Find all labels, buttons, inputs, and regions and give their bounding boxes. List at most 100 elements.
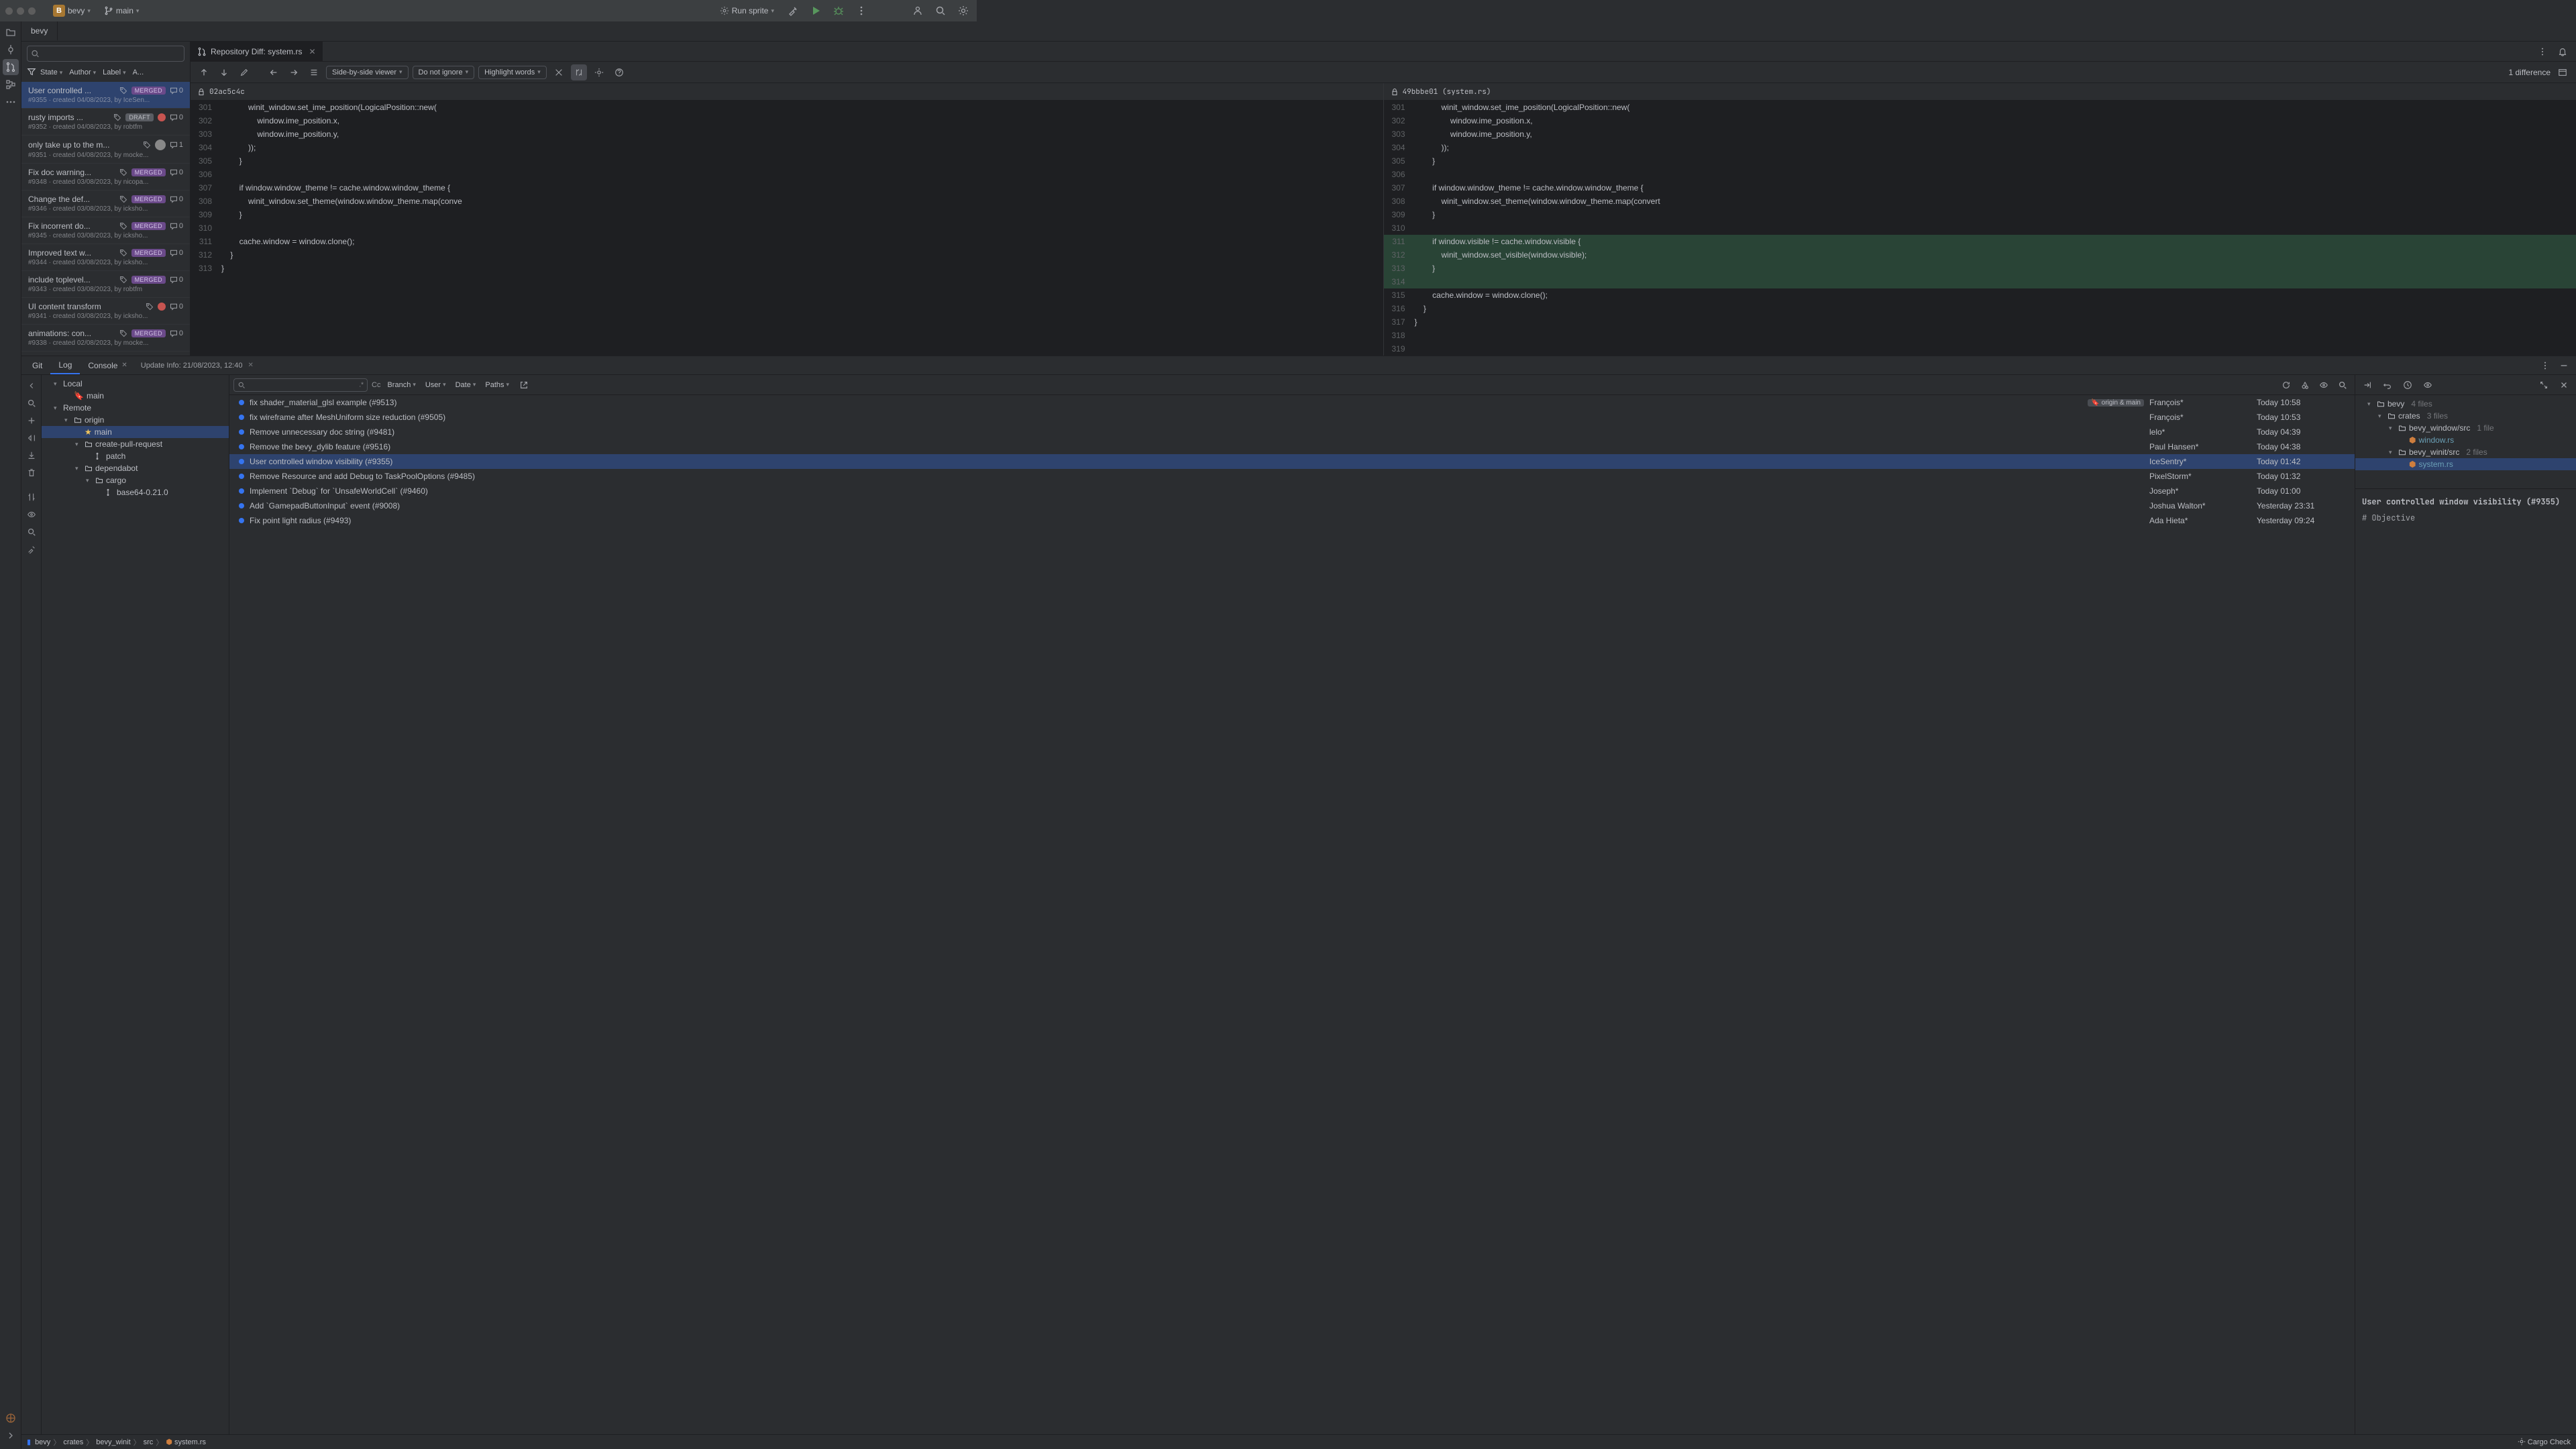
tree-file-window[interactable]: ⬢window.rs — [2355, 434, 2576, 446]
case-toggle[interactable]: Cc — [372, 381, 380, 389]
whitespace-select[interactable]: Do not ignore▾ — [413, 66, 475, 79]
pr-item[interactable]: Improved text w...MERGED0#9344 · created… — [21, 244, 190, 271]
pr-search-input[interactable] — [27, 46, 184, 62]
close-icon[interactable]: ✕ — [121, 362, 127, 369]
file-list-button[interactable] — [306, 64, 322, 80]
search-everywhere-button[interactable] — [932, 3, 949, 19]
pr-item[interactable]: Change the def...MERGED0#9346 · created … — [21, 191, 190, 217]
tree-file-system[interactable]: ⬢system.rs — [2355, 458, 2576, 470]
pr-item[interactable]: rusty imports ...DRAFT0#9352 · created 0… — [21, 109, 190, 136]
tree-bevy-window[interactable]: ▾bevy_window/src1 file — [2355, 422, 2576, 434]
branch-selector[interactable]: main ▾ — [100, 5, 144, 17]
commit-row[interactable]: Remove Resource and add Debug to TaskPoo… — [229, 469, 2355, 484]
base64-branch[interactable]: base64-0.21.0 — [42, 486, 229, 498]
commit-row[interactable]: Remove the bevy_dylib feature (#9516)Pau… — [229, 439, 2355, 454]
close-detail-button[interactable] — [2556, 377, 2572, 393]
remote-group[interactable]: ▾Remote — [42, 402, 229, 414]
pr-item[interactable]: only take up to the m...1#9351 · created… — [21, 136, 190, 164]
project-tool-button[interactable] — [3, 24, 19, 40]
log-tab[interactable]: Log — [50, 356, 80, 374]
sync-scroll-button[interactable] — [571, 64, 587, 80]
commit-row[interactable]: Remove unnecessary doc string (#9481)lel… — [229, 425, 2355, 439]
minimize-window[interactable] — [17, 7, 24, 15]
origin-group[interactable]: ▾origin — [42, 414, 229, 426]
commits-list[interactable]: fix shader_material_glsl example (#9513)… — [229, 395, 2355, 1434]
next-file-button[interactable] — [286, 64, 302, 80]
breadcrumb[interactable]: bevy〉crates〉bevy_winit〉src〉⬢ system.rs — [35, 1437, 206, 1448]
branch-tree[interactable]: ▾Local 🔖main ▾Remote ▾origin ★main ▾crea… — [42, 375, 229, 1434]
local-group[interactable]: ▾Local — [42, 378, 229, 390]
date-filter[interactable]: Date▾ — [453, 380, 479, 390]
close-icon[interactable]: ✕ — [248, 362, 253, 369]
expand-button[interactable] — [2555, 64, 2571, 80]
checkout-button[interactable] — [23, 430, 40, 446]
show-diff-button[interactable] — [23, 506, 40, 523]
project-selector[interactable]: B bevy ▾ — [49, 3, 95, 18]
more-tool-button[interactable] — [3, 94, 19, 110]
breadcrumb-segment[interactable]: crates — [63, 1438, 83, 1446]
debug-button[interactable] — [830, 3, 847, 19]
vcs-more-button[interactable] — [23, 541, 40, 557]
label-filter[interactable]: Label▾ — [100, 67, 128, 78]
expand-rail-button[interactable] — [3, 1428, 19, 1444]
git-tab[interactable]: Git — [24, 356, 50, 374]
vcs-options-button[interactable] — [2537, 358, 2553, 374]
highlight-select[interactable]: Highlight words▾ — [478, 66, 547, 79]
structure-tool-button[interactable] — [3, 76, 19, 93]
pr-item[interactable]: include toplevel...MERGED0#9343 · create… — [21, 271, 190, 298]
diff-settings-button[interactable] — [591, 64, 607, 80]
commit-tool-button[interactable] — [3, 42, 19, 58]
changed-files-tree[interactable]: ▾bevy4 files ▾crates3 files ▾bevy_window… — [2355, 395, 2576, 489]
pr-item[interactable]: UI content transform0#9341 · created 03/… — [21, 298, 190, 325]
next-diff-button[interactable] — [216, 64, 232, 80]
collapse-button[interactable] — [551, 64, 567, 80]
vcs-search-button[interactable] — [23, 395, 40, 411]
filter-icon[interactable] — [27, 67, 36, 78]
editor-tab[interactable]: Repository Diff: system.rs ✕ — [191, 42, 323, 61]
go-to-button[interactable] — [2359, 377, 2375, 393]
close-tab-icon[interactable]: ✕ — [309, 47, 315, 56]
close-window[interactable] — [5, 7, 13, 15]
cpr-group[interactable]: ▾create-pull-request — [42, 438, 229, 450]
pr-item[interactable]: User controlled ...MERGED0#9355 · create… — [21, 82, 190, 109]
prev-file-button[interactable] — [266, 64, 282, 80]
new-branch-button[interactable] — [23, 413, 40, 429]
project-indicator[interactable]: ▮ — [27, 1438, 31, 1446]
commit-row[interactable]: Fix point light radius (#9493)Ada Hieta*… — [229, 513, 2355, 528]
fetch-button[interactable] — [23, 447, 40, 464]
patch-branch[interactable]: patch — [42, 450, 229, 462]
revert-button[interactable] — [2379, 377, 2396, 393]
breadcrumb-segment[interactable]: bevy_winit — [96, 1438, 130, 1446]
pr-item[interactable]: Fix incorrent do...MERGED0#9345 · create… — [21, 217, 190, 244]
tree-root[interactable]: ▾bevy4 files — [2355, 398, 2576, 410]
run-button[interactable] — [808, 3, 824, 19]
tree-crates[interactable]: ▾crates3 files — [2355, 410, 2576, 422]
pr-item[interactable]: Fix doc warning...MERGED0#9348 · created… — [21, 164, 190, 191]
hide-button[interactable] — [2556, 358, 2572, 374]
dependabot-group[interactable]: ▾dependabot — [42, 462, 229, 474]
breadcrumb-segment[interactable]: ⬢ system.rs — [166, 1438, 206, 1446]
find-in-branches[interactable] — [23, 524, 40, 540]
settings-button[interactable] — [955, 3, 971, 19]
history-button[interactable] — [2400, 377, 2416, 393]
regex-toggle[interactable]: .* — [359, 381, 364, 388]
commit-row[interactable]: Add `GamepadButtonInput` event (#9008)Jo… — [229, 498, 2355, 513]
breadcrumb-segment[interactable]: bevy — [35, 1438, 50, 1446]
refresh-button[interactable] — [2278, 377, 2294, 393]
commit-row[interactable]: fix shader_material_glsl example (#9513)… — [229, 395, 2355, 410]
state-filter[interactable]: State▾ — [38, 67, 65, 78]
expand-detail-button[interactable] — [2536, 377, 2552, 393]
paths-filter[interactable]: Paths▾ — [482, 380, 512, 390]
more-actions-button[interactable] — [853, 3, 869, 19]
author-filter[interactable]: Author▾ — [66, 67, 99, 78]
cargo-tool-button[interactable] — [3, 1410, 19, 1426]
commit-row[interactable]: Implement `Debug` for `UnsafeWorldCell` … — [229, 484, 2355, 498]
edit-button[interactable] — [236, 64, 252, 80]
collapse-branches[interactable] — [23, 378, 40, 394]
branch-filter[interactable]: Branch▾ — [384, 380, 418, 390]
commit-row[interactable]: fix wireframe after MeshUniform size red… — [229, 410, 2355, 425]
help-button[interactable] — [611, 64, 627, 80]
compare-button[interactable] — [23, 489, 40, 505]
code-with-me-button[interactable] — [910, 3, 926, 19]
open-new-tab[interactable] — [516, 377, 532, 393]
